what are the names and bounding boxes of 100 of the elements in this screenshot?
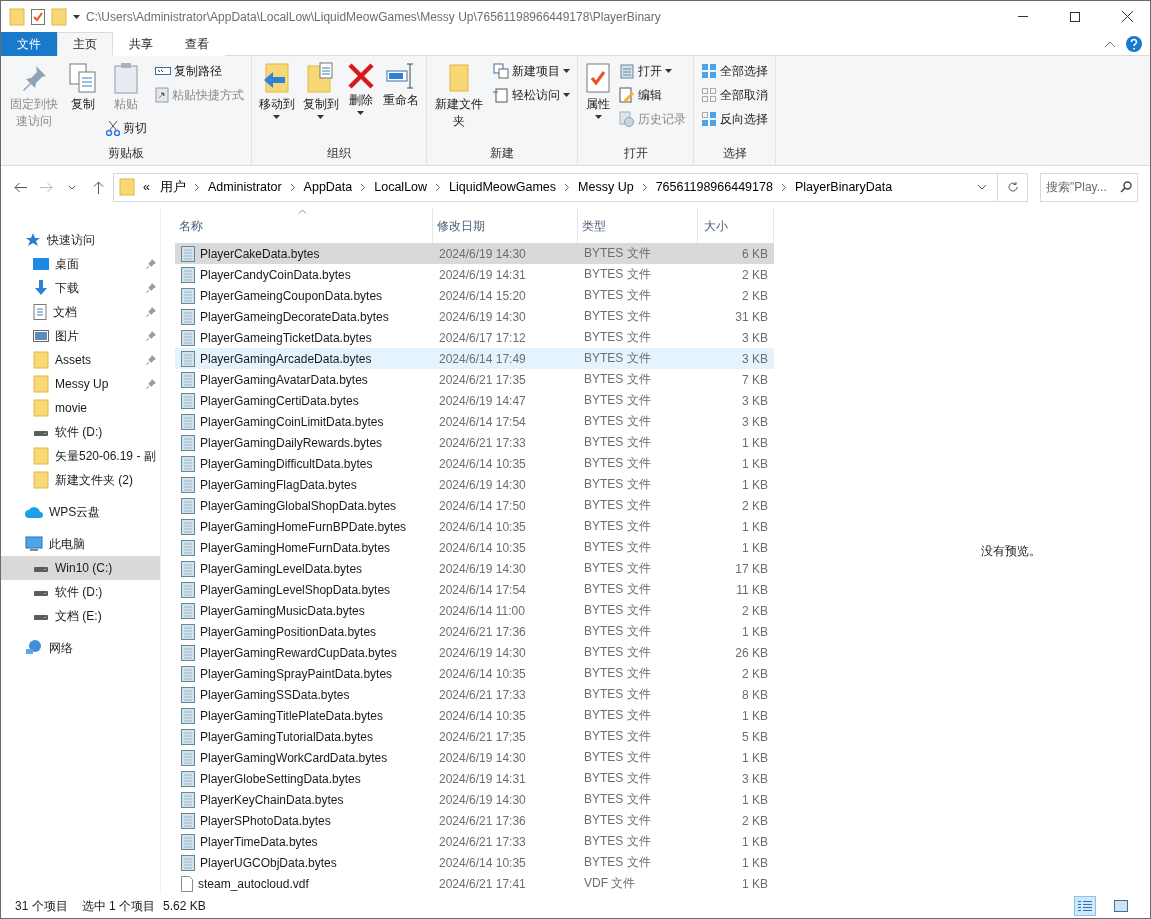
properties-check-icon[interactable] [31,8,45,25]
file-row[interactable]: PlayerGamingArcadeData.bytes 2024/6/14 17:49 BYTES 文件 3 KB [175,348,774,369]
file-row[interactable]: PlayerKeyChainData.bytes 2024/6/19 14:30 BYTES 文件 1 KB [175,789,774,810]
file-row[interactable]: PlayerGamingWorkCardData.bytes 2024/6/19 14:30 BYTES 文件 1 KB [175,747,774,768]
file-row[interactable]: PlayerGamingLevelData.bytes 2024/6/19 14:30 BYTES 文件 17 KB [175,558,774,579]
nav-item[interactable]: 软件 (D:) [1,420,160,444]
collapse-ribbon-icon[interactable] [1104,41,1116,48]
breadcrumb[interactable]: AppData [301,180,355,194]
ribbon-button[interactable]: 新建文件夹 [430,60,489,132]
ribbon-button[interactable]: 编辑 [616,84,690,106]
file-row[interactable]: PlayerGamingTutorialData.bytes 2024/6/21 17:35 BYTES 文件 5 KB [175,726,774,747]
ribbon-button[interactable]: 重命名 [379,60,422,111]
file-tab[interactable]: 文件 [1,32,57,56]
ribbon-button[interactable]: 全部选择 [698,60,772,82]
file-row[interactable]: PlayerGamingDifficultData.bytes 2024/6/14 10:35 BYTES 文件 1 KB [175,453,774,474]
size-cell-text: 2 KB [741,498,769,513]
file-row[interactable]: PlayerSPhotoData.bytes 2024/6/21 17:36 BYTES 文件 2 KB [175,810,774,831]
file-row[interactable]: PlayerGamingSprayPaintData.bytes 2024/6/14 10:35 BYTES 文件 2 KB [175,663,774,684]
type-cell-text: BYTES 文件 [583,581,652,598]
size-cell-text: 17 KB [734,561,769,576]
nav-item[interactable]: 文档 (E:) [1,604,160,628]
preview-message: 没有预览。 [980,542,1041,560]
ribbon-button[interactable]: 轻松访问 [490,84,574,106]
ribbon-button[interactable]: 复制 [64,60,101,115]
history-icon [619,111,636,127]
file-row[interactable]: PlayerCandyCoinData.bytes 2024/6/19 14:31 BYTES 文件 2 KB [175,264,774,285]
nav-item[interactable]: Messy Up [1,372,160,396]
details-view-icon [1078,900,1092,912]
nav-item[interactable]: 下载 [1,276,160,300]
group-label: 选择 [721,145,748,162]
ribbon-button[interactable]: 复制路径 [151,60,247,82]
type-cell-text: BYTES 文件 [583,812,652,829]
file-name: PlayerGameingTicketData.bytes [200,330,372,345]
type-cell-text: BYTES 文件 [583,602,652,619]
ribbon-button[interactable]: 删除 [343,60,378,117]
breadcrumb[interactable]: PlayerBinaryData [792,180,895,194]
chevron-down-icon[interactable] [977,184,987,190]
nav-item[interactable]: 此电脑 [1,532,160,556]
file-row[interactable]: PlayerGameingDecorateData.bytes 2024/6/19 14:30 BYTES 文件 31 KB [175,306,774,327]
file-row[interactable]: PlayerGamingSSData.bytes 2024/6/21 17:33 BYTES 文件 8 KB [175,684,774,705]
address-bar[interactable]: « 用户 Administrator AppData LocalLow LiquidMeowGames Messy Up 76561198966449178 PlayerBinaryData [113,172,998,202]
nav-item[interactable]: 快速访问 [1,228,160,252]
file-row[interactable]: PlayerUGCObjData.bytes 2024/6/14 10:35 BYTES 文件 1 KB [175,852,774,873]
file-row[interactable]: PlayerGameingTicketData.bytes 2024/6/17 17:12 BYTES 文件 3 KB [175,327,774,348]
breadcrumb[interactable]: LocalLow [372,180,430,194]
file-row[interactable]: PlayerGamingGlobalShopData.bytes 2024/6/14 17:50 BYTES 文件 2 KB [175,495,774,516]
file-name: PlayerGamingHomeFurnBPDate.bytes [200,519,407,534]
ribbon-tab[interactable]: 主页 [57,32,113,56]
file-row[interactable]: PlayerGamingMusicData.bytes 2024/6/14 11:00 BYTES 文件 2 KB [175,600,774,621]
nav-item[interactable]: 矢量520-06.19 - 副 [1,444,160,468]
file-row[interactable]: PlayerCakeData.bytes 2024/6/19 14:30 BYTES 文件 6 KB [175,243,774,264]
nav-item[interactable]: Assets [1,348,160,372]
file-row[interactable]: PlayerGamingFlagData.bytes 2024/6/19 14:30 BYTES 文件 1 KB [175,474,774,495]
nav-item[interactable]: 文档 [1,300,160,324]
breadcrumb[interactable]: 用户 [157,178,188,196]
ribbon-button[interactable]: 全部取消 [698,84,772,106]
breadcrumb[interactable]: LiquidMeowGames [447,180,559,194]
ribbon-button[interactable]: 新建项目 [490,60,574,82]
file-row[interactable]: PlayerGameingCouponData.bytes 2024/6/14 15:20 BYTES 文件 2 KB [175,285,774,306]
size-cell-text: 3 KB [741,771,769,786]
breadcrumb[interactable]: Messy Up [576,180,636,194]
file-row[interactable]: PlayerGamingAvatarData.bytes 2024/6/21 17:35 BYTES 文件 7 KB [175,369,774,390]
breadcrumb[interactable]: 76561198966449178 [653,180,775,194]
nav-item[interactable]: 桌面 [1,252,160,276]
size-cell-text: 1 KB [741,855,769,870]
file-row[interactable]: PlayerGamingLevelShopData.bytes 2024/6/14 17:54 BYTES 文件 11 KB [175,579,774,600]
ribbon-button[interactable]: 反向选择 [698,108,772,130]
file-row[interactable]: PlayerTimeData.bytes 2024/6/21 17:33 BYTES 文件 1 KB [175,831,774,852]
view-toggle[interactable] [1074,896,1096,916]
file-icon [181,833,195,850]
ribbon-button[interactable]: 属性 [582,60,615,121]
type-cell-text: BYTES 文件 [583,455,652,472]
search-field[interactable]: 搜索"Play... [1040,172,1138,202]
nav-item[interactable]: 图片 [1,324,160,348]
file-row[interactable]: PlayerGamingPositionData.bytes 2024/6/21 17:36 BYTES 文件 1 KB [175,621,774,642]
file-row[interactable]: PlayerGamingHomeFurnData.bytes 2024/6/14 10:35 BYTES 文件 1 KB [175,537,774,558]
nav-item[interactable]: 新建文件夹 (2) [1,468,160,492]
size-cell-text: 1 KB [741,477,769,492]
file-row[interactable]: PlayerGamingTitlePlateData.bytes 2024/6/14 10:35 BYTES 文件 1 KB [175,705,774,726]
file-row[interactable]: PlayerGamingCoinLimitData.bytes 2024/6/14 17:54 BYTES 文件 3 KB [175,411,774,432]
ribbon-button[interactable]: 移动到 [255,60,298,121]
nav-item[interactable]: movie [1,396,160,420]
file-name: PlayerGamingSprayPaintData.bytes [200,666,393,681]
nav-item[interactable]: 网络 [1,636,160,660]
file-row[interactable]: PlayerGlobeSettingData.bytes 2024/6/19 14:31 BYTES 文件 3 KB [175,768,774,789]
file-row[interactable]: steam_autocloud.vdf 2024/6/21 17:41 VDF 文件 1 KB [175,873,774,894]
file-row[interactable]: PlayerGamingHomeFurnBPDate.bytes 2024/6/14 10:35 BYTES 文件 1 KB [175,516,774,537]
ribbon-button[interactable]: 打开 [616,60,690,82]
help-icon[interactable] [1126,36,1142,52]
breadcrumb[interactable]: Administrator [205,180,284,194]
nav-item[interactable]: WPS云盘 [1,500,160,524]
file-row[interactable]: PlayerGamingRewardCupData.bytes 2024/6/19 14:30 BYTES 文件 26 KB [175,642,774,663]
overflow-button[interactable]: « [141,180,152,194]
file-row[interactable]: PlayerGamingDailyRewards.bytes 2024/6/21 17:33 BYTES 文件 1 KB [175,432,774,453]
nav-item[interactable]: 软件 (D:) [1,580,160,604]
ribbon-button[interactable]: 复制到 [299,60,342,121]
file-row[interactable]: PlayerGamingCertiData.bytes 2024/6/19 14:47 BYTES 文件 3 KB [175,390,774,411]
refresh-button[interactable] [998,172,1028,202]
nav-item[interactable]: Win10 (C:) [1,556,160,580]
ribbon-button[interactable]: 剪切 [102,117,150,139]
